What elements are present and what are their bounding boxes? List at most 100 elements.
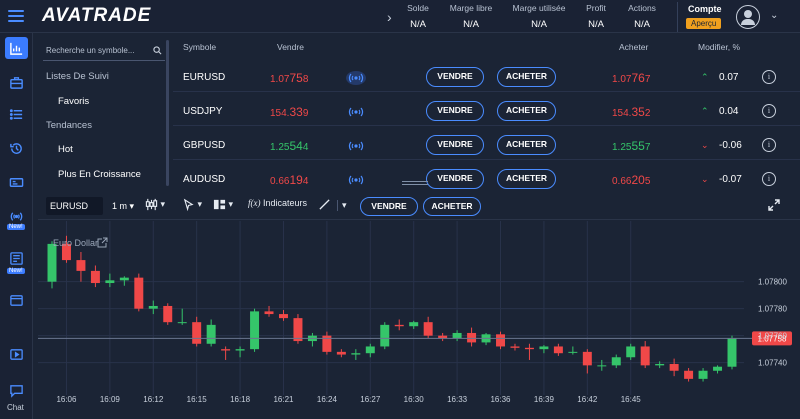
info-icon[interactable]: i [762,138,776,152]
watchlist-scrollbar[interactable] [166,40,169,186]
chat-label[interactable]: Chat [7,403,24,412]
search-icon[interactable] [153,46,162,55]
price-pips: 55 [631,139,645,153]
layout-select[interactable]: ▾ [213,198,233,211]
timeframe-select[interactable]: 1 m ▾ [112,201,134,212]
sell-button[interactable]: VENDRE [426,101,484,121]
y-axis: 1.07800 1.07780 1.07760 1.07740 [758,278,787,368]
expand-icon[interactable] [768,199,780,211]
signal-icon[interactable] [345,70,367,86]
candle-body [539,346,549,350]
cash-icon[interactable] [5,171,28,193]
buy-button[interactable]: ACHETER [497,169,556,189]
timeframe-value: 1 m [112,201,128,211]
chevron-down-icon[interactable]: ⌄ [770,10,778,21]
info-icon[interactable]: i [762,70,776,84]
stat-balance: Solde N/A [405,3,431,30]
stat-value: N/A [531,19,547,30]
quote-row-usdjpy[interactable]: USDJPY 154.339 VENDRE ACHETER 154.352 ⌃ … [173,98,800,126]
portfolio-icon[interactable] [5,71,28,93]
account-mode-badge[interactable]: Aperçu [686,18,722,29]
x-tick-label: 16:30 [404,395,425,404]
sell-button[interactable]: VENDRE [426,169,484,189]
candle-body [597,365,607,367]
panel-resize-handle[interactable] [402,181,428,187]
candle-body [568,351,578,353]
y-tick-label: 1.07780 [758,305,787,314]
sell-price: 1.07758 [270,71,308,85]
candle-body [365,346,375,354]
price-fraction: 9 [302,108,309,119]
stat-label: Solde [407,3,429,13]
news-icon[interactable] [5,247,28,269]
price-chart[interactable]: 1.07758 1.07800 1.07780 1.07760 1.07740 16:… [38,221,800,419]
chevron-right-icon[interactable]: › [387,9,392,25]
window-icon[interactable] [5,289,28,311]
y-tick-label: 1.07800 [758,278,787,287]
candle-body [177,322,187,324]
candle-body [467,332,477,343]
watchlist-item-hot[interactable]: Hot [38,144,170,155]
quote-row-gbpusd[interactable]: GBPUSD 1.25544 VENDRE ACHETER 1.25557 ⌄ … [173,132,800,160]
price-fraction: 2 [644,108,651,119]
list-icon[interactable] [5,103,28,125]
quote-symbol: USDJPY [183,106,223,117]
buy-button[interactable]: ACHETER [497,101,556,121]
chart-symbol-input[interactable]: EURUSD [46,197,103,215]
quote-symbol: GBPUSD [183,140,226,151]
x-axis: 16:06 16:09 16:12 16:15 16:18 16:21 16:24 16:27… [56,395,641,404]
candle-body [235,349,245,351]
signal-icon[interactable] [345,138,367,154]
stat-value: N/A [588,19,604,30]
candle-body [713,366,723,371]
watchlist-item-favorites[interactable]: Favoris [38,96,170,107]
user-avatar-icon[interactable] [736,5,760,29]
header-divider [677,2,678,32]
watchlists-heading: Listes De Suivi [46,71,109,82]
price-fraction: 8 [302,74,309,85]
x-tick-label: 16:33 [447,395,468,404]
candle-body [423,322,433,336]
quote-row-audusd[interactable]: AUDUSD 0.66194 VENDRE ACHETER 0.66205 ⌄ … [173,166,800,194]
chat-icon[interactable] [5,379,28,401]
indicators-button[interactable]: f(x) Indicateurs [248,198,307,208]
candle-body [640,346,650,366]
signal-icon[interactable] [345,104,367,120]
y-tick-label: 1.07760 [758,332,787,341]
stat-label: Marge utilisée [512,3,566,13]
quote-row-eurusd[interactable]: EURUSD 1.07758 VENDRE ACHETER 1.07767 ⌃ … [173,64,800,92]
x-tick-label: 16:27 [360,395,381,404]
buy-price: 0.66205 [612,173,650,187]
price-pips: 75 [289,71,303,85]
column-header-symbol: Symbole [183,42,217,52]
buy-price: 1.07767 [612,71,650,85]
chart-sell-button[interactable]: VENDRE [360,197,418,216]
change-percent: 0.04 [719,106,739,117]
chart-buy-button[interactable]: ACHETER [423,197,481,216]
video-icon[interactable] [5,343,28,365]
draw-tool-dropdown[interactable]: ▾ [337,200,347,211]
info-icon[interactable]: i [762,172,776,186]
candle-type-select[interactable]: ▾ [145,198,165,211]
x-tick-label: 16:12 [143,395,164,404]
price-fraction: 5 [644,176,651,187]
x-tick-label: 16:42 [577,395,598,404]
buy-button[interactable]: ACHETER [497,135,556,155]
menu-icon[interactable] [8,10,24,22]
draw-tool-button[interactable] [318,198,331,211]
signal-icon[interactable] [345,172,367,188]
buy-button[interactable]: ACHETER [497,67,556,87]
sell-price: 0.66194 [270,173,308,187]
open-external-icon[interactable] [97,237,108,248]
history-icon[interactable] [5,137,28,159]
info-icon[interactable]: i [762,104,776,118]
chart-nav-icon[interactable] [5,37,28,59]
x-tick-label: 16:24 [317,395,338,404]
symbol-search-input[interactable]: Recherche un symbole... [43,41,165,61]
candle-body [163,305,173,323]
cursor-select[interactable]: ▾ [182,198,202,212]
layout-icon [213,199,226,210]
sell-button[interactable]: VENDRE [426,135,484,155]
watchlist-item-rising[interactable]: Plus En Croissance [38,169,170,180]
sell-button[interactable]: VENDRE [426,67,484,87]
